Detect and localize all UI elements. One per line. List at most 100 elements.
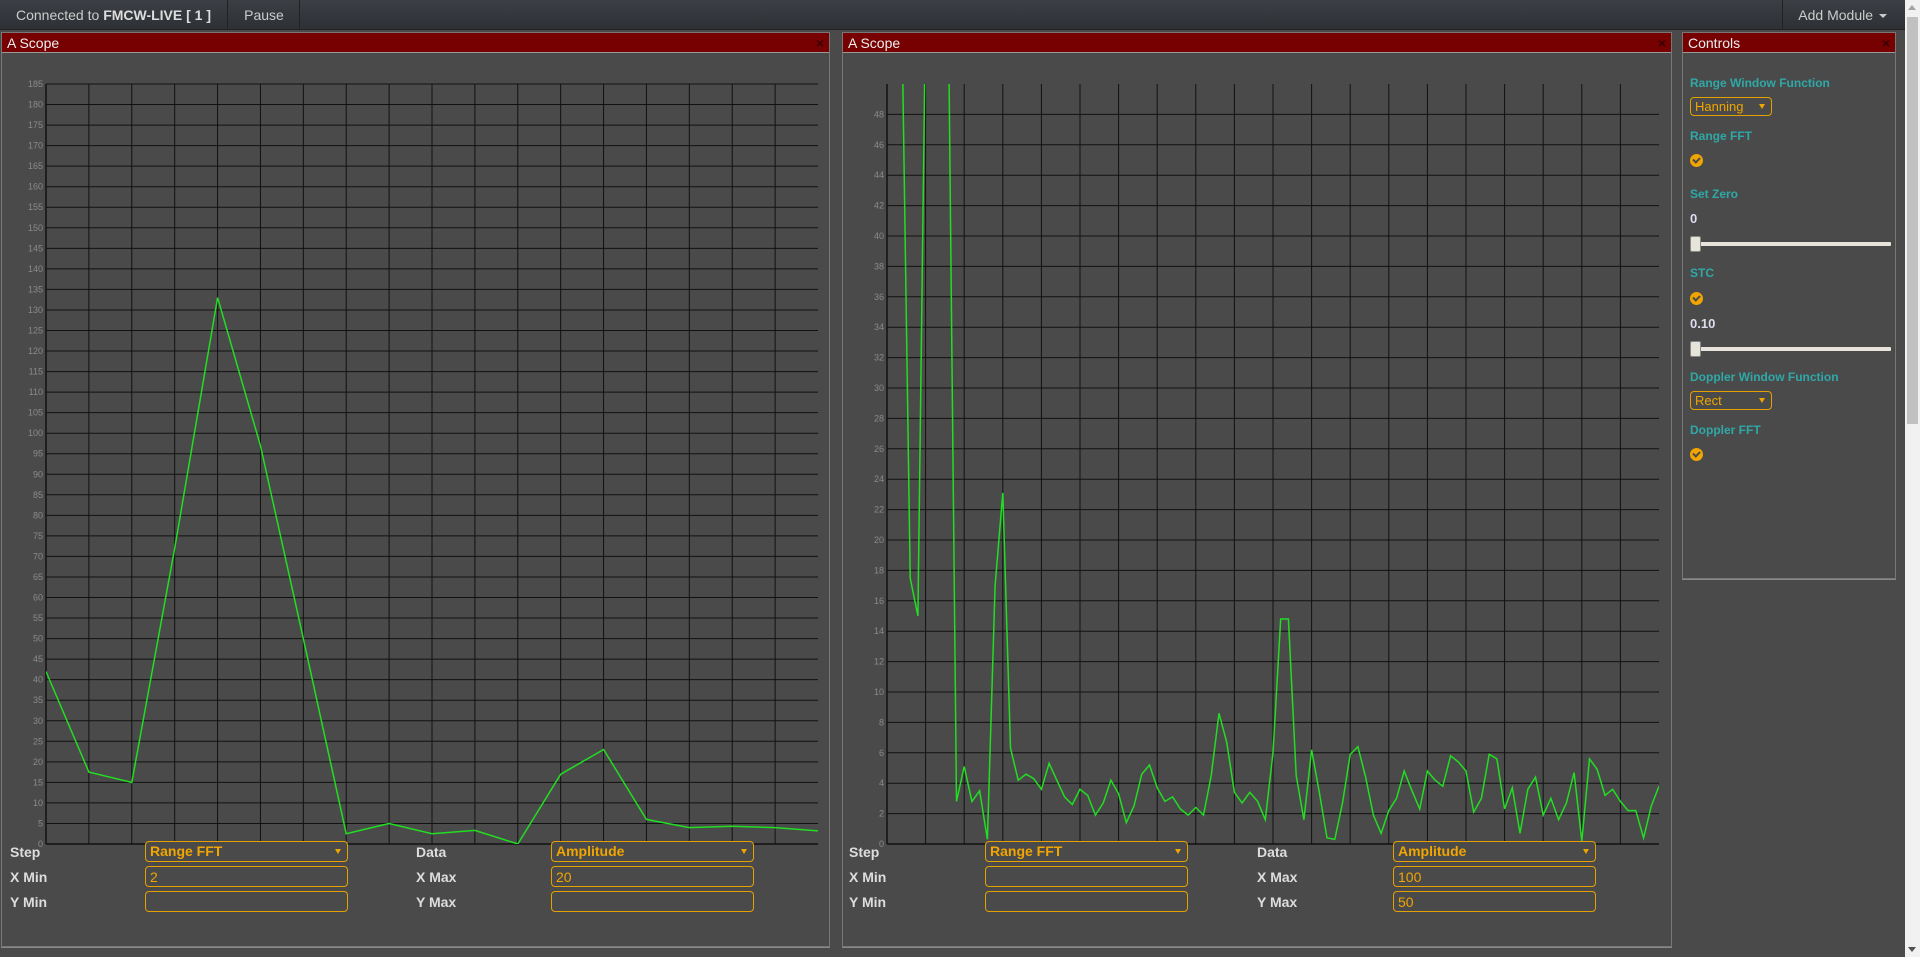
y-tick-label: 30 <box>874 383 884 393</box>
doppler-window-label: Doppler Window Function <box>1690 370 1839 384</box>
y-tick-label: 150 <box>28 223 43 233</box>
y-tick-label: 38 <box>874 261 884 271</box>
panel-header: A Scope × <box>2 33 829 53</box>
y-tick-label: 125 <box>28 325 43 335</box>
data-label: Data <box>416 844 447 860</box>
y-tick-label: 44 <box>874 170 884 180</box>
y-tick-label: 160 <box>28 182 43 192</box>
y-tick-label: 130 <box>28 305 43 315</box>
connection-prefix: Connected to <box>16 7 100 23</box>
add-module-label: Add Module <box>1798 7 1873 23</box>
panel-title: A Scope <box>7 35 60 51</box>
set-zero-slider-track[interactable] <box>1693 242 1891 246</box>
stc-checkbox[interactable] <box>1690 292 1703 305</box>
y-tick-label: 135 <box>28 284 43 294</box>
y-tick-label: 140 <box>28 264 43 274</box>
scroll-down-arrow-icon[interactable] <box>1908 947 1916 952</box>
panel-title: A Scope <box>848 35 901 51</box>
y-tick-label: 105 <box>28 408 43 418</box>
close-icon[interactable]: × <box>816 33 824 53</box>
doppler-window-select[interactable]: Rect <box>1690 391 1772 410</box>
scope-chart-1: 0510152025303540455055606570758085909510… <box>28 79 818 849</box>
ymin-label: Y Min <box>849 894 887 910</box>
stc-label: STC <box>1690 266 1714 280</box>
range-fft-checkbox[interactable] <box>1690 154 1703 167</box>
ymax-input[interactable] <box>1393 891 1596 912</box>
step-select[interactable]: Range FFT <box>145 841 348 862</box>
y-tick-label: 60 <box>33 593 43 603</box>
add-module-dropdown[interactable]: Add Module <box>1782 0 1905 30</box>
y-tick-label: 20 <box>33 757 43 767</box>
y-tick-label: 8 <box>879 717 884 727</box>
xmax-input[interactable] <box>1393 866 1596 887</box>
y-tick-label: 35 <box>33 695 43 705</box>
panel-header: Controls × <box>1683 33 1895 53</box>
xmin-input[interactable] <box>985 866 1188 887</box>
set-zero-value: 0 <box>1690 211 1698 226</box>
y-tick-label: 155 <box>28 202 43 212</box>
xmax-label: X Max <box>1257 869 1298 885</box>
y-tick-label: 75 <box>33 531 43 541</box>
doppler-fft-label: Doppler FFT <box>1690 423 1761 437</box>
range-fft-label: Range FFT <box>1690 129 1752 143</box>
set-zero-slider-handle[interactable] <box>1690 236 1701 252</box>
range-window-label: Range Window Function <box>1690 76 1830 90</box>
y-tick-label: 90 <box>33 469 43 479</box>
y-tick-label: 185 <box>28 79 43 89</box>
y-tick-label: 36 <box>874 292 884 302</box>
y-tick-label: 15 <box>33 777 43 787</box>
y-tick-label: 5 <box>38 818 43 828</box>
ymax-label: Y Max <box>1257 894 1298 910</box>
connection-status: Connected to FMCW-LIVE [ 1 ] <box>0 0 229 30</box>
y-tick-label: 115 <box>29 367 43 377</box>
data-select[interactable]: Amplitude <box>1393 841 1596 862</box>
y-tick-label: 46 <box>874 140 884 150</box>
range-window-select[interactable]: Hanning <box>1690 97 1772 116</box>
stc-slider-track[interactable] <box>1693 347 1891 351</box>
y-tick-label: 28 <box>874 413 884 423</box>
y-tick-label: 34 <box>874 322 884 332</box>
scrollbar-thumb[interactable] <box>1907 17 1918 424</box>
step-label: Step <box>849 844 880 860</box>
step-select[interactable]: Range FFT <box>985 841 1188 862</box>
close-icon[interactable]: × <box>1658 33 1666 53</box>
series-line-amplitude <box>902 84 1659 842</box>
doppler-fft-checkbox[interactable] <box>1690 448 1703 461</box>
pause-button[interactable]: Pause <box>229 0 300 30</box>
y-tick-label: 10 <box>874 687 884 697</box>
panel-header: A Scope × <box>843 33 1671 53</box>
stc-slider-handle[interactable] <box>1690 341 1701 357</box>
xmin-input[interactable] <box>145 866 348 887</box>
a-scope-panel-1: A Scope × 0 5 10 15 20 25 30 35 40 45 50 55 60 65 70 75… <box>1 32 830 947</box>
a-scope-panel-2: A Scope × 0 2 4 6 8 10 12 14 16 18 20 22 24 26 28 30 32 3… <box>842 32 1672 947</box>
stc-value: 0.10 <box>1690 316 1716 331</box>
page-scrollbar[interactable] <box>1905 0 1920 957</box>
y-tick-label: 2 <box>879 809 884 819</box>
y-tick-label: 16 <box>874 596 884 606</box>
y-tick-label: 18 <box>874 565 884 575</box>
y-tick-label: 65 <box>33 572 43 582</box>
top-navbar: Connected to FMCW-LIVE [ 1 ] Pause Add M… <box>0 0 1905 30</box>
ymin-label: Y Min <box>10 894 48 910</box>
y-tick-label: 25 <box>33 736 43 746</box>
y-tick-label: 14 <box>874 626 884 636</box>
y-tick-label: 10 <box>33 798 43 808</box>
ymax-input[interactable] <box>551 891 754 912</box>
panel-title: Controls <box>1688 35 1741 51</box>
y-tick-label: 170 <box>28 141 43 151</box>
ymin-input[interactable] <box>985 891 1188 912</box>
scroll-up-arrow-icon[interactable] <box>1908 5 1916 10</box>
y-tick-label: 85 <box>33 490 43 500</box>
xmin-label: X Min <box>10 869 48 885</box>
y-tick-label: 110 <box>29 387 43 397</box>
ymin-input[interactable] <box>145 891 348 912</box>
y-tick-label: 45 <box>33 654 43 664</box>
controls-panel: Controls × Range Window Function Hanning… <box>1682 32 1896 579</box>
data-select[interactable]: Amplitude <box>551 841 754 862</box>
ymax-label: Y Max <box>416 894 457 910</box>
xmax-input[interactable] <box>551 866 754 887</box>
y-tick-label: 55 <box>33 613 43 623</box>
y-tick-label: 4 <box>879 778 884 788</box>
close-icon[interactable]: × <box>1882 33 1890 53</box>
y-tick-label: 100 <box>28 428 43 438</box>
